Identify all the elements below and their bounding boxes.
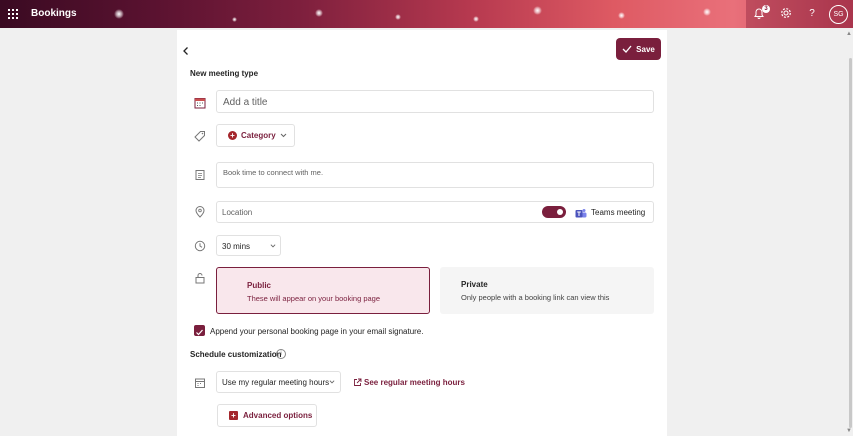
save-button[interactable]: Save <box>616 38 661 60</box>
decorative-sparkle <box>395 14 401 20</box>
tag-icon <box>194 129 206 142</box>
public-option-desc: These will appear on your booking page <box>247 294 381 303</box>
duration-value: 30 mins <box>222 242 251 251</box>
save-button-label: Save <box>636 44 655 54</box>
location-input[interactable]: Location <box>216 201 654 223</box>
signature-checkbox-label: Append your personal booking page in you… <box>210 327 424 336</box>
waffle-icon[interactable] <box>8 9 18 19</box>
checkmark-icon <box>196 329 203 336</box>
plus-icon: + <box>228 131 237 140</box>
clock-icon <box>194 239 206 252</box>
advanced-options-button[interactable]: + Advanced options <box>217 404 317 427</box>
schedule-icon <box>194 376 206 388</box>
schedule-customization-title: Schedule customization <box>190 350 282 359</box>
teams-icon <box>575 206 587 218</box>
private-option-title: Private <box>461 280 488 289</box>
teams-meeting-toggle[interactable] <box>542 206 566 218</box>
category-button[interactable]: + Category <box>216 124 295 147</box>
meeting-hours-select[interactable]: Use my regular meeting hours <box>216 371 341 393</box>
back-icon[interactable] <box>180 44 192 56</box>
teams-meeting-label: Teams meeting <box>591 208 646 217</box>
page-title: New meeting type <box>190 69 259 78</box>
chevron-down-icon <box>270 244 276 248</box>
private-option[interactable]: Private Only people with a booking link … <box>440 267 654 314</box>
category-label: Category <box>241 131 276 140</box>
scroll-up-arrow[interactable]: ▲ <box>846 31 852 37</box>
checkmark-icon <box>622 45 632 53</box>
decorative-sparkle <box>315 9 323 17</box>
lock-icon <box>194 271 206 284</box>
see-regular-hours-label: See regular meeting hours <box>364 378 465 387</box>
notes-icon <box>194 168 206 180</box>
advanced-options-label: Advanced options <box>243 411 313 420</box>
description-field[interactable]: Book time to connect with me. <box>216 162 654 188</box>
signature-checkbox[interactable] <box>194 325 205 336</box>
meeting-hours-value: Use my regular meeting hours <box>222 378 330 387</box>
scrollbar[interactable] <box>849 58 852 428</box>
private-option-desc: Only people with a booking link can view… <box>461 293 610 302</box>
decorative-sparkle <box>473 16 479 22</box>
scroll-down-arrow[interactable]: ▼ <box>846 428 852 434</box>
public-option[interactable]: Public These will appear on your booking… <box>216 267 430 314</box>
external-link-icon <box>354 378 362 386</box>
decorative-sparkle <box>703 8 711 16</box>
location-icon <box>194 205 206 218</box>
chevron-down-icon <box>329 380 335 384</box>
info-icon[interactable]: i <box>276 349 286 359</box>
app-title[interactable]: Bookings <box>31 8 77 19</box>
top-bar: Bookings <box>0 0 853 28</box>
chevron-down-icon <box>280 133 287 138</box>
help-icon[interactable]: ? <box>805 7 819 21</box>
decorative-sparkle <box>232 17 237 22</box>
see-regular-hours-link[interactable]: See regular meeting hours <box>353 378 465 387</box>
avatar[interactable]: SG <box>829 5 848 24</box>
calendar-icon <box>194 96 206 109</box>
notification-badge: 3 <box>762 5 770 13</box>
gear-icon[interactable] <box>779 7 793 21</box>
duration-select[interactable]: 30 mins <box>216 235 281 256</box>
title-input[interactable]: Add a title <box>216 90 654 113</box>
decorative-sparkle <box>114 9 124 19</box>
public-option-title: Public <box>247 281 272 290</box>
plus-icon: + <box>229 411 238 420</box>
decorative-sparkle <box>533 6 542 15</box>
decorative-sparkle <box>618 12 625 19</box>
